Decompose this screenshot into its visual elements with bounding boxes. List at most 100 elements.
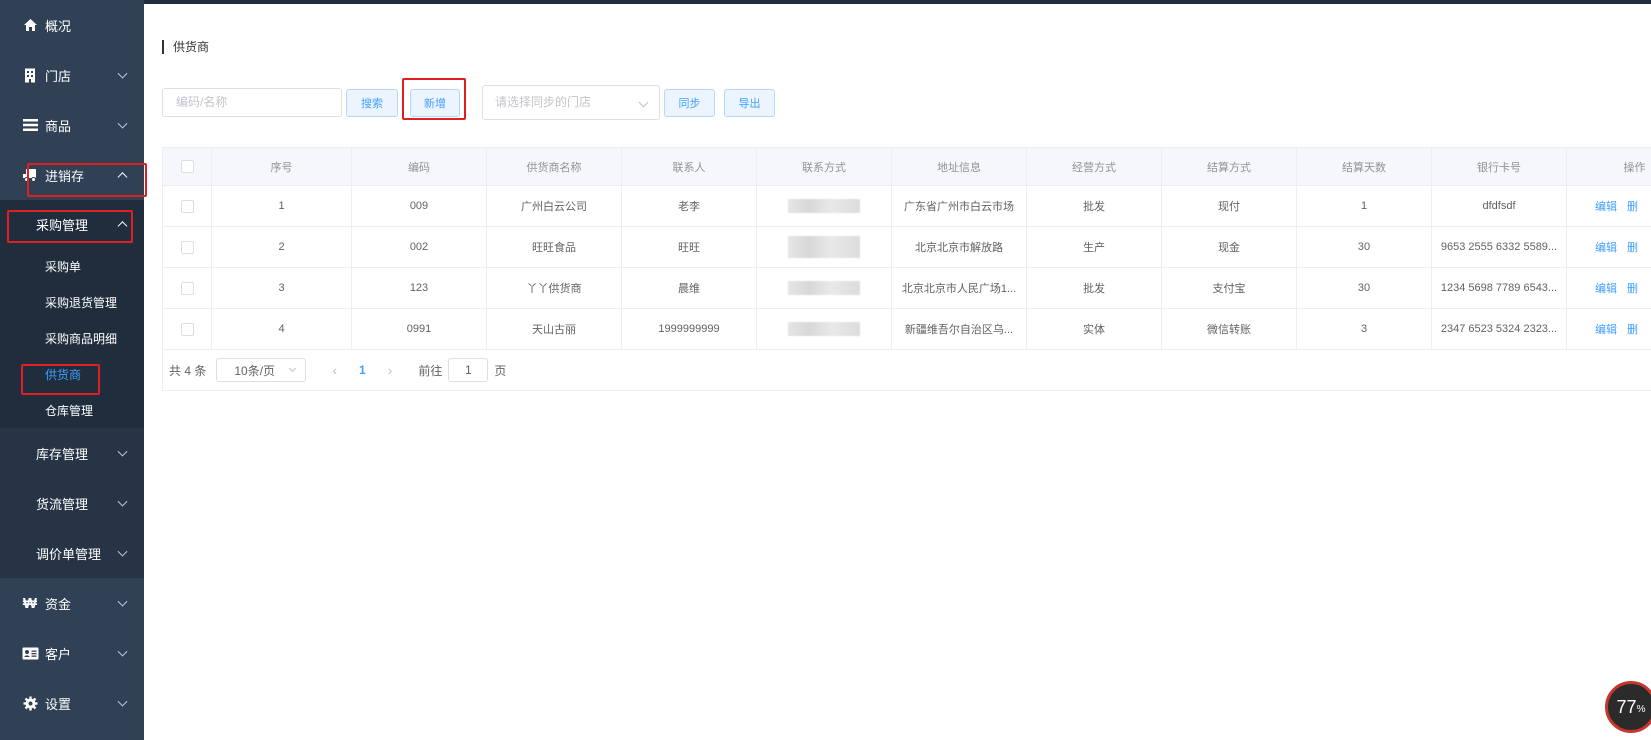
search-input[interactable]: 编码/名称 [162,88,342,117]
submenu-group-price-adjust[interactable]: 调价单管理 [0,528,144,578]
submenu-item-supplier[interactable]: 供货商 [0,356,144,392]
sidebar-item-customer[interactable]: 客户 [0,628,144,678]
column-header: 供货商名称 [487,148,622,185]
sidebar: 概况 门店 商品 进销存 采购管理 采购单 采购退货管理 采购商品明细 供货商 [0,0,144,740]
sidebar-item-label: 进销存 [45,168,85,184]
cell-name: 广州白云公司 [487,186,622,226]
pagination: 共 4 条 10条/页 ‹ 1 › 前往 1 页 [163,350,1651,391]
sidebar-item-goods[interactable]: 商品 [0,100,144,150]
page-number-current[interactable]: 1 [359,363,366,377]
delete-link[interactable]: 删 [1627,321,1638,337]
sidebar-item-funds[interactable]: ₩ 资金 [0,578,144,628]
cell-contact: 晨维 [622,268,757,308]
edit-link[interactable]: 编辑 [1595,239,1617,255]
row-checkbox[interactable] [180,281,194,295]
edit-link[interactable]: 编辑 [1595,280,1617,296]
submenu-group-logistics[interactable]: 货流管理 [0,478,144,528]
cell-mode: 生产 [1027,227,1162,267]
table-row: 1 009 广州白云公司 老李 广东省广州市白云市场 批发 现付 1 dfdfs… [163,186,1651,227]
store-select-placeholder: 请选择同步的门店 [495,95,592,109]
cell-actions: 编辑删 [1567,227,1651,267]
address-text: 北京北京市解放路 [915,242,1003,254]
prev-page-icon[interactable]: ‹ [332,362,337,378]
chevron-down-icon [117,646,128,657]
sidebar-item-overview[interactable]: 概况 [0,0,144,50]
address-text: 新疆维吾尔自治区乌... [904,324,1014,336]
sidebar-item-label: 概况 [45,18,72,34]
submenu-group-label: 货流管理 [36,496,89,512]
supplier-table: 序号 编码 供货商名称 联系人 联系方式 地址信息 经营方式 结算方式 结算天数… [162,147,1651,391]
edit-link[interactable]: 编辑 [1595,321,1617,337]
column-header: 经营方式 [1027,148,1162,185]
toolbar: 编码/名称 搜索 新增 请选择同步的门店 同步 导出 [162,84,1362,120]
row-checkbox[interactable] [180,199,194,213]
next-page-icon[interactable]: › [388,362,393,378]
cell-phone [757,227,892,267]
submenu-item-purchase-return[interactable]: 采购退货管理 [0,284,144,320]
cell-index: 3 [212,268,352,308]
cell-code: 009 [352,186,487,226]
cell-mode: 批发 [1027,268,1162,308]
cell-name: 天山古丽 [487,309,622,349]
cell-index: 4 [212,309,352,349]
table-row: 4 0991 天山古丽 1999999999 新疆维吾尔自治区乌... 实体 微… [163,309,1651,350]
goto-suffix: 页 [494,363,507,378]
cell-name: 丫丫供货商 [487,268,622,308]
add-button[interactable]: 新增 [410,89,460,117]
row-checkbox[interactable] [180,322,194,336]
sync-button[interactable]: 同步 [664,89,715,117]
export-button[interactable]: 导出 [724,89,775,117]
cell-bank: 1234 5698 7789 6543... [1432,268,1567,308]
address-text: 广东省广州市白云市场 [904,201,1014,213]
main-content: 供货商 编码/名称 搜索 新增 请选择同步的门店 同步 导出 序号 编码 供货商… [144,4,1651,740]
delete-link[interactable]: 删 [1627,239,1638,255]
chevron-down-icon [638,97,649,108]
chevron-down-icon [117,596,128,607]
cell-phone [757,268,892,308]
submenu-item-warehouse[interactable]: 仓库管理 [0,392,144,428]
row-checkbox[interactable] [180,240,194,254]
chevron-down-icon [117,118,128,129]
goto-prefix: 前往 [418,363,443,378]
cell-contact: 1999999999 [622,309,757,349]
cell-days: 3 [1297,309,1432,349]
submenu-purchase-management[interactable]: 采购管理 [0,200,144,248]
building-icon [21,67,39,83]
store-select[interactable]: 请选择同步的门店 [482,85,660,120]
submenu-item-purchase-detail[interactable]: 采购商品明细 [0,320,144,356]
cell-settle: 现付 [1162,186,1297,226]
chevron-down-icon [117,446,128,457]
delete-link[interactable]: 删 [1627,280,1638,296]
address-text: 北京北京市人民广场1... [901,283,1017,295]
page-size-select[interactable]: 10条/页 [216,358,307,382]
cell-bank: 2347 6523 5324 2323... [1432,309,1567,349]
cell-days: 30 [1297,268,1432,308]
sidebar-item-label: 商品 [45,118,72,134]
cell-settle: 现金 [1162,227,1297,267]
edit-link[interactable]: 编辑 [1595,198,1617,214]
sidebar-item-label: 资金 [45,596,72,612]
submenu-item-purchase-order[interactable]: 采购单 [0,248,144,284]
sidebar-item-inventory[interactable]: 进销存 [0,150,144,200]
table-header: 序号 编码 供货商名称 联系人 联系方式 地址信息 经营方式 结算方式 结算天数… [163,148,1651,186]
sidebar-item-settings[interactable]: 设置 [0,678,144,728]
chevron-up-icon [117,172,128,183]
cell-bank: 9653 2555 6332 5589... [1432,227,1567,267]
sidebar-item-store[interactable]: 门店 [0,50,144,100]
cell-code: 123 [352,268,487,308]
select-all-checkbox[interactable] [180,160,194,173]
progress-badge[interactable]: 77% [1605,681,1651,733]
submenu-group-stock[interactable]: 库存管理 [0,428,144,478]
column-header: 结算天数 [1297,148,1432,185]
cell-settle: 微信转账 [1162,309,1297,349]
search-button[interactable]: 搜索 [346,89,398,117]
cell-code: 0991 [352,309,487,349]
delete-link[interactable]: 删 [1627,198,1638,214]
gear-icon [21,695,39,711]
bank-text: 1234 5698 7789 6543... [1440,282,1558,294]
cell-address: 北京北京市人民广场1... [892,268,1027,308]
bank-text: dfdfsdf [1482,200,1516,212]
chevron-down-icon [289,364,297,373]
won-icon: ₩ [22,594,38,612]
goto-page-input[interactable]: 1 [448,358,489,382]
